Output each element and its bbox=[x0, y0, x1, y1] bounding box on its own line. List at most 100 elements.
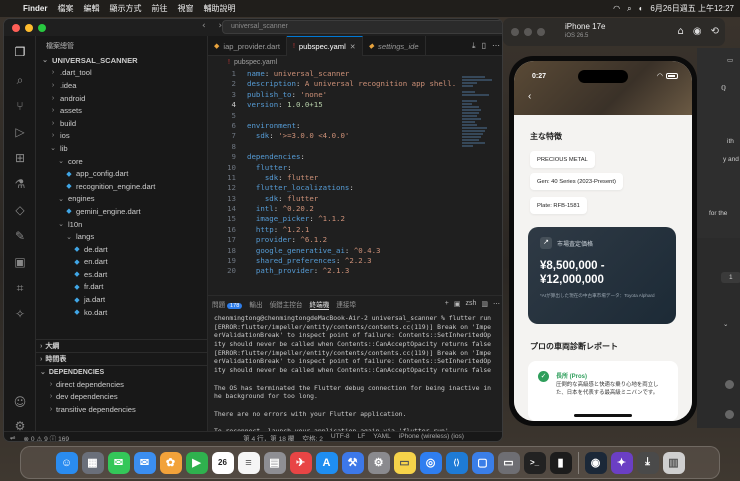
testflight-app[interactable]: ✈ bbox=[289, 451, 312, 474]
problems-status[interactable]: ⊗ 0 ⚠ 9 ⓘ 169 bbox=[24, 433, 70, 442]
settings-app[interactable]: ⚙ bbox=[367, 451, 390, 474]
encoding[interactable]: UTF-8 bbox=[331, 433, 350, 442]
tree-folder[interactable]: › build bbox=[36, 117, 207, 130]
tree-folder[interactable]: › android bbox=[36, 92, 207, 105]
run-debug-icon[interactable]: ▷ bbox=[12, 124, 28, 140]
tree-file[interactable]: ◆ de.dart bbox=[36, 243, 207, 256]
bg-field[interactable]: 1 bbox=[721, 272, 740, 283]
facetime-app[interactable]: ▶ bbox=[185, 451, 208, 474]
account-icon[interactable]: ☺ bbox=[12, 394, 28, 410]
tree-file[interactable]: ◆ recognition_engine.dart bbox=[36, 180, 207, 193]
terminal-app[interactable]: >_ bbox=[523, 451, 546, 474]
tree-folder[interactable]: ⌄ langs bbox=[36, 230, 207, 243]
mail-app[interactable]: ✉ bbox=[133, 451, 156, 474]
new-terminal-icon[interactable]: + bbox=[445, 300, 449, 308]
remote-explorer-icon[interactable]: ▣ bbox=[12, 254, 28, 270]
more-actions-icon[interactable]: ⋯ bbox=[492, 41, 500, 50]
indentation[interactable]: 空格: 2 bbox=[302, 433, 323, 442]
tab-iap-provider[interactable]: ◆ iap_provider.dart bbox=[208, 36, 287, 56]
tab-settings[interactable]: ◆ settings_ide bbox=[363, 36, 426, 56]
finder-app[interactable]: ☺ bbox=[55, 451, 78, 474]
dep-direct[interactable]: › direct dependencies bbox=[36, 378, 207, 391]
dep-transitive[interactable]: › transitive dependencies bbox=[36, 403, 207, 416]
chat-icon[interactable]: ✧ bbox=[12, 306, 28, 322]
explorer-icon[interactable]: ❐ bbox=[12, 44, 28, 60]
breadcrumb-file[interactable]: pubspec.yaml bbox=[234, 59, 277, 66]
timeline-section[interactable]: › 時間表 bbox=[36, 352, 207, 365]
breadcrumb[interactable]: ! pubspec.yaml bbox=[208, 56, 502, 69]
extensions-icon[interactable]: ⊞ bbox=[12, 150, 28, 166]
close-icon[interactable]: ✕ bbox=[350, 43, 356, 51]
end-of-line[interactable]: LF bbox=[358, 433, 366, 442]
more-actions-icon[interactable]: ⋯ bbox=[493, 300, 500, 308]
tree-file[interactable]: ◆ fr.dart bbox=[36, 281, 207, 294]
remote-indicator-icon[interactable]: ⇌ bbox=[10, 434, 16, 442]
code-editor[interactable]: 1 name: universal_scanner 2 description: A … bbox=[208, 69, 502, 295]
trash-app[interactable]: ▥ bbox=[662, 451, 685, 474]
menu-file[interactable]: 檔案 bbox=[52, 3, 78, 14]
downloads-app[interactable]: ⤓ bbox=[636, 451, 659, 474]
tree-file[interactable]: ◆ ko.dart bbox=[36, 306, 207, 319]
photos-app[interactable]: ✿ bbox=[159, 451, 182, 474]
search-icon[interactable]: ⌕ bbox=[627, 4, 631, 14]
dependencies-section[interactable]: ⌄ DEPENDENCIES bbox=[36, 365, 207, 378]
menu-finder[interactable]: Finder bbox=[18, 4, 52, 13]
notes-yellow-app[interactable]: ▭ bbox=[393, 451, 416, 474]
dep-dev[interactable]: › dev dependencies bbox=[36, 391, 207, 404]
xcode-instruments-app[interactable]: ⚒ bbox=[341, 451, 364, 474]
reminders-app[interactable]: ≡ bbox=[237, 451, 260, 474]
sim-close-button[interactable] bbox=[511, 28, 519, 36]
files-app[interactable]: ▢ bbox=[471, 451, 494, 474]
tree-file[interactable]: ◆ ja.dart bbox=[36, 293, 207, 306]
source-control-icon[interactable]: ⑂ bbox=[12, 98, 28, 114]
rotate-icon[interactable]: ⟲ bbox=[711, 26, 719, 37]
tab-pubspec[interactable]: ! pubspec.yaml ✕ bbox=[286, 36, 363, 56]
command-center[interactable]: universal_scanner bbox=[222, 20, 502, 34]
safari-app[interactable]: ◎ bbox=[419, 451, 442, 474]
menu-edit[interactable]: 編輯 bbox=[78, 3, 104, 14]
minimap[interactable] bbox=[462, 75, 500, 215]
outline-section[interactable]: › 大綱 bbox=[36, 339, 207, 352]
testing-icon[interactable]: ⚗ bbox=[12, 176, 28, 192]
wifi-icon[interactable]: ◠ bbox=[613, 4, 620, 13]
launchpad-app[interactable]: ▦ bbox=[81, 451, 104, 474]
minimize-window-button[interactable] bbox=[25, 23, 33, 32]
tree-file[interactable]: ◆ gemini_engine.dart bbox=[36, 205, 207, 218]
tree-folder[interactable]: › .dart_tool bbox=[36, 67, 207, 80]
tree-folder[interactable]: › ios bbox=[36, 130, 207, 143]
terminal-output[interactable]: chenmingtong@chenmingtongdeMacBook-Air-2… bbox=[208, 312, 502, 441]
screenshot-icon[interactable]: ◉ bbox=[693, 26, 702, 37]
download-icon[interactable]: ⤓ bbox=[472, 41, 476, 51]
language-mode[interactable]: YAML bbox=[373, 433, 390, 442]
tree-file[interactable]: ◆ es.dart bbox=[36, 268, 207, 281]
flutter-icon[interactable]: ◇ bbox=[12, 202, 28, 218]
control-center-icon[interactable]: ◐ bbox=[639, 4, 644, 13]
panel-tab-terminal[interactable]: 終端機 bbox=[309, 299, 330, 310]
back-button[interactable]: ‹ bbox=[528, 91, 531, 102]
pen-icon[interactable]: ✎ bbox=[12, 228, 28, 244]
tree-folder[interactable]: ⌄ l10n bbox=[36, 218, 207, 231]
zoom-window-button[interactable] bbox=[38, 23, 46, 32]
bg-knob[interactable] bbox=[725, 380, 734, 389]
chevron-down-icon[interactable]: ⌄ bbox=[723, 320, 728, 328]
preview-app[interactable]: ▭ bbox=[497, 451, 520, 474]
activity-monitor-app[interactable]: ▮ bbox=[549, 451, 572, 474]
split-editor-icon[interactable]: ▯ bbox=[482, 41, 486, 50]
menubar-clock[interactable]: 6月26日週五 上午12:27 bbox=[650, 3, 734, 14]
panel-tab-problems[interactable]: 問題 178 bbox=[212, 299, 243, 309]
close-window-button[interactable] bbox=[12, 23, 20, 32]
tree-folder[interactable]: › assets bbox=[36, 104, 207, 117]
tree-folder[interactable]: ⌄ core bbox=[36, 155, 207, 168]
home-icon[interactable]: ⌂ bbox=[678, 26, 684, 37]
tree-folder[interactable]: ⌄ UNIVERSAL_SCANNER bbox=[36, 54, 207, 67]
menu-window[interactable]: 視窗 bbox=[172, 3, 198, 14]
menu-go[interactable]: 前往 bbox=[146, 3, 172, 14]
tree-folder[interactable]: ⌄ lib bbox=[36, 142, 207, 155]
tree-folder[interactable]: ⌄ engines bbox=[36, 193, 207, 206]
tree-file[interactable]: ◆ en.dart bbox=[36, 256, 207, 269]
scan-icon[interactable]: ⌗ bbox=[12, 280, 28, 296]
cursor-position[interactable]: 第 4 行，第 18 欄 bbox=[243, 433, 294, 442]
messages-app[interactable]: ✉ bbox=[107, 451, 130, 474]
terminal-name[interactable]: zsh bbox=[465, 300, 476, 308]
panel-tab-debug-console[interactable]: 偵錯主控台 bbox=[270, 299, 303, 309]
